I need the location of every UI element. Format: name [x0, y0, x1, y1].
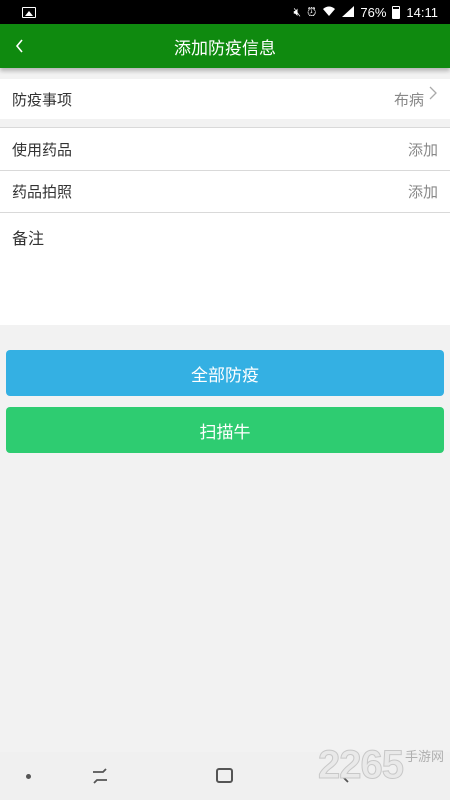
photo-add-button[interactable]: 添加 — [408, 181, 438, 202]
medicine-label: 使用药品 — [12, 140, 73, 159]
medicine-row[interactable]: 使用药品 添加 — [0, 128, 450, 170]
status-right: 🔇︎ ⏰︎ 76% 14:11 — [293, 5, 438, 20]
battery-text: 76% — [360, 4, 387, 20]
scan-cattle-button[interactable]: 扫描牛 — [6, 407, 444, 453]
dot-icon[interactable] — [26, 774, 31, 779]
battery-icon — [392, 5, 401, 19]
home-icon[interactable] — [216, 768, 233, 783]
wifi-icon — [322, 6, 336, 19]
chevron-right-icon — [429, 86, 437, 100]
watermark-logo: 2265 手游网 — [318, 743, 444, 787]
status-left — [22, 6, 36, 18]
clock: 14:11 — [406, 4, 438, 20]
mute-icon: 🔇︎ — [293, 5, 302, 19]
photo-row[interactable]: 药品拍照 添加 — [0, 171, 450, 212]
notes-label: 备注 — [12, 229, 45, 248]
back-button[interactable] — [14, 24, 44, 68]
medicine-add-button[interactable]: 添加 — [408, 139, 438, 160]
epidemic-item-value-wrap: 布病 — [393, 86, 438, 110]
status-bar: 🔇︎ ⏰︎ 76% 14:11 — [0, 0, 450, 24]
chevron-left-icon — [15, 39, 23, 53]
epidemic-item-row[interactable]: 防疫事项 布病 — [0, 79, 450, 119]
epidemic-item-label: 防疫事项 — [12, 90, 73, 109]
signal-icon — [342, 5, 355, 19]
recent-apps-icon[interactable] — [90, 768, 110, 784]
app-header: 添加防疫信息 — [0, 24, 450, 68]
all-epidemic-button[interactable]: 全部防疫 — [6, 350, 444, 396]
watermark-text: 手游网 — [404, 750, 444, 765]
image-icon — [22, 6, 36, 18]
epidemic-item-value: 布病 — [393, 90, 424, 109]
page-title: 添加防疫信息 — [174, 38, 276, 59]
notes-field[interactable]: 备注 — [0, 213, 450, 325]
watermark-number: 2265 — [318, 743, 405, 787]
photo-label: 药品拍照 — [12, 183, 73, 201]
alarm-icon: ⏰︎ — [307, 5, 317, 19]
